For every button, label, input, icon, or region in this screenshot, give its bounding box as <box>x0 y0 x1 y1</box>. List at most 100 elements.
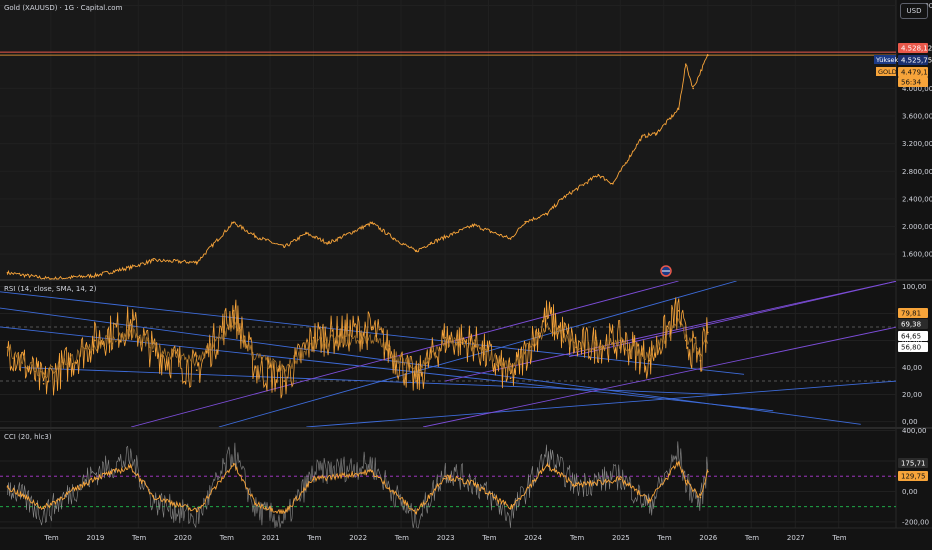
rsi-data-point <box>130 323 132 326</box>
price-pane-y-tick-label: 2.000,00 <box>902 223 932 231</box>
rsi-tag-3: 64,65 <box>901 333 921 341</box>
price-data-point <box>370 222 373 224</box>
cci-data-point <box>370 470 373 473</box>
cci-data-point <box>312 478 315 481</box>
cci-data-point <box>648 499 650 502</box>
rsi-pane-title: RSI (14, close, SMA, 14, 2) <box>4 285 97 293</box>
x-axis-label: 2021 <box>262 534 280 542</box>
cci-data-point <box>699 496 702 499</box>
cci-pane-y-tick-label: 400,00 <box>902 427 927 435</box>
rsi-data-point <box>152 350 154 353</box>
cci-tag-2: 129,75 <box>901 473 926 481</box>
symbol-label: GOLD <box>878 68 897 76</box>
cci-data-point <box>94 476 96 479</box>
rsi-pane-y-tick-label: 100,00 <box>902 283 927 291</box>
rsi-tag-2: 69,38 <box>901 321 921 329</box>
cci-data-point <box>546 464 548 467</box>
price-data-point <box>684 63 687 66</box>
cci-data-point <box>473 483 475 485</box>
rsi-data-point <box>6 346 9 349</box>
rsi-data-point <box>699 359 702 362</box>
symbol-title[interactable]: Gold (XAUUSD) · 1G · Capital.com <box>4 4 122 12</box>
x-axis-label: 2019 <box>87 534 105 542</box>
x-axis-label: Tem <box>131 534 146 542</box>
price-data-point <box>429 242 432 244</box>
rsi-data-point <box>42 382 45 385</box>
x-axis-label: Tem <box>569 534 584 542</box>
rsi-data-point <box>648 359 650 362</box>
price-data-point <box>509 238 512 240</box>
x-axis-label: 2027 <box>787 534 805 542</box>
price-data-point <box>655 132 658 135</box>
x-axis-label: Tem <box>656 534 671 542</box>
rsi-data-point <box>546 315 548 317</box>
cci-data-point <box>254 502 257 505</box>
price-pane-y-tick-label: 1.600,00 <box>902 251 932 259</box>
price-data-point <box>415 250 417 253</box>
x-axis-label: Tem <box>219 534 234 542</box>
rsi-data-point <box>684 339 687 342</box>
rsi-data-point <box>94 339 96 342</box>
x-axis-label: Tem <box>44 534 59 542</box>
price-data-point <box>707 54 709 57</box>
rsi-data-point <box>195 369 198 372</box>
cci-data-point <box>6 486 9 488</box>
rsi-data-point <box>473 342 475 344</box>
price-data-point <box>195 261 198 264</box>
price-pane-y-tick-label: 2.400,00 <box>902 195 932 203</box>
rsi-data-point <box>619 339 622 342</box>
price-data-point <box>612 182 614 185</box>
rsi-data-point <box>312 336 315 339</box>
price-data-point <box>327 242 330 244</box>
last-price-tag: 4.479,16 <box>901 69 932 77</box>
x-axis-label: 2024 <box>524 534 542 542</box>
chart-canvas[interactable]: 5.200,004.000,003.600,003.200,002.800,00… <box>0 0 932 550</box>
price-data-point <box>232 221 235 224</box>
rsi-data-point <box>232 309 235 312</box>
price-data-point <box>677 108 680 110</box>
price-data-point <box>305 232 308 235</box>
price-data-point <box>6 271 9 274</box>
cci-data-point <box>130 466 132 468</box>
rsi-data-point <box>509 377 512 380</box>
cci-pane-y-tick-label: 0,00 <box>902 488 918 496</box>
cci-data-point <box>283 511 286 514</box>
price-data-point <box>560 198 563 200</box>
cci-tag-1: 175,71 <box>901 460 926 468</box>
rsi-data-point <box>283 380 286 382</box>
rsi-tag-1: 79,81 <box>901 310 921 318</box>
x-axis-label: 2022 <box>349 534 367 542</box>
price-data-point <box>283 246 286 249</box>
rsi-data-point <box>254 366 257 369</box>
rsi-data-point <box>707 331 709 334</box>
x-axis-label: 2026 <box>699 534 717 542</box>
price-pane-y-tick-label: 2.800,00 <box>902 168 932 176</box>
price-data-point <box>546 213 548 215</box>
x-axis-label: 2025 <box>612 534 630 542</box>
x-axis-label: Tem <box>831 534 846 542</box>
x-axis-label: 2023 <box>437 534 455 542</box>
cci-data-point <box>152 495 154 497</box>
rsi-pane-y-tick-label: 20,00 <box>902 391 922 399</box>
price-data-point <box>152 259 154 262</box>
x-axis-label: Tem <box>481 534 496 542</box>
cci-data-point <box>619 478 622 481</box>
cci-data-point <box>195 510 198 513</box>
price-data-point <box>473 224 475 226</box>
rsi-tag-4: 56,80 <box>901 344 921 352</box>
currency-button[interactable]: USD <box>900 3 928 19</box>
cci-pane-title: CCI (20, hlc3) <box>4 433 52 441</box>
x-axis-label: 2020 <box>174 534 192 542</box>
price-data-point <box>692 87 695 90</box>
price-pane-y-tick-label: 3.200,00 <box>902 140 932 148</box>
price-data-point <box>597 173 600 176</box>
price-data-point <box>524 220 526 223</box>
cci-data-point <box>575 484 578 487</box>
cci-data-point <box>707 470 709 473</box>
cci-data-point <box>677 461 680 464</box>
x-axis-label: Tem <box>394 534 409 542</box>
x-axis-label: Tem <box>306 534 321 542</box>
countdown-tag: 56:34 <box>901 79 922 87</box>
price-data-point <box>254 235 257 237</box>
rsi-data-point <box>677 309 680 312</box>
